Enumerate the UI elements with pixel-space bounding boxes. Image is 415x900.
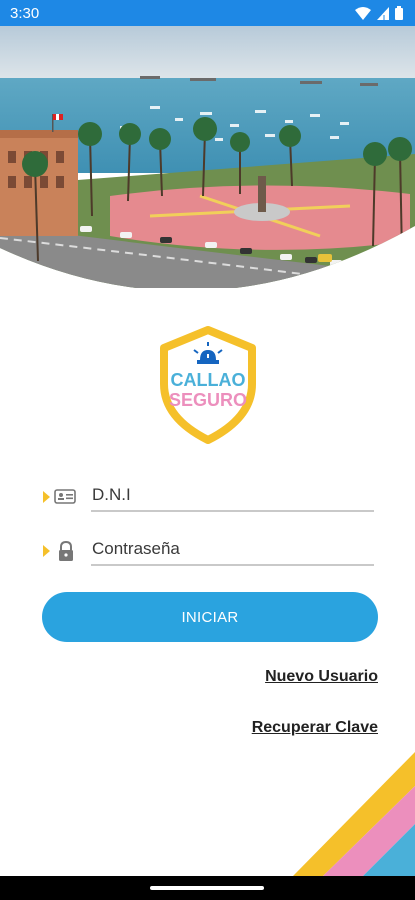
status-bar: 3:30 bbox=[0, 0, 415, 26]
battery-icon bbox=[395, 6, 403, 20]
field-marker-icon bbox=[43, 491, 50, 503]
navigation-bar bbox=[0, 876, 415, 900]
logo-line2: SEGURO bbox=[169, 390, 247, 410]
dni-field bbox=[40, 482, 380, 516]
password-input[interactable] bbox=[91, 536, 374, 566]
password-field bbox=[40, 536, 380, 570]
logo-line1: CALLAO bbox=[171, 370, 246, 390]
wifi-icon bbox=[355, 6, 371, 20]
lock-icon bbox=[59, 540, 73, 561]
dni-input[interactable] bbox=[91, 482, 374, 512]
field-marker-icon bbox=[43, 545, 50, 557]
new-user-link[interactable]: Nuevo Usuario bbox=[265, 668, 378, 686]
login-button[interactable]: INICIAR bbox=[42, 592, 378, 642]
status-icons bbox=[355, 6, 403, 20]
decorative-corner-stripes bbox=[293, 752, 415, 876]
home-gesture-handle[interactable] bbox=[150, 886, 264, 890]
recover-password-link[interactable]: Recuperar Clave bbox=[252, 719, 378, 737]
signal-icon bbox=[377, 6, 389, 20]
hero-image bbox=[0, 26, 415, 288]
callao-seguro-logo: CALLAO SEGURO bbox=[158, 326, 258, 444]
status-time: 3:30 bbox=[10, 4, 40, 22]
id-card-icon bbox=[54, 489, 76, 504]
